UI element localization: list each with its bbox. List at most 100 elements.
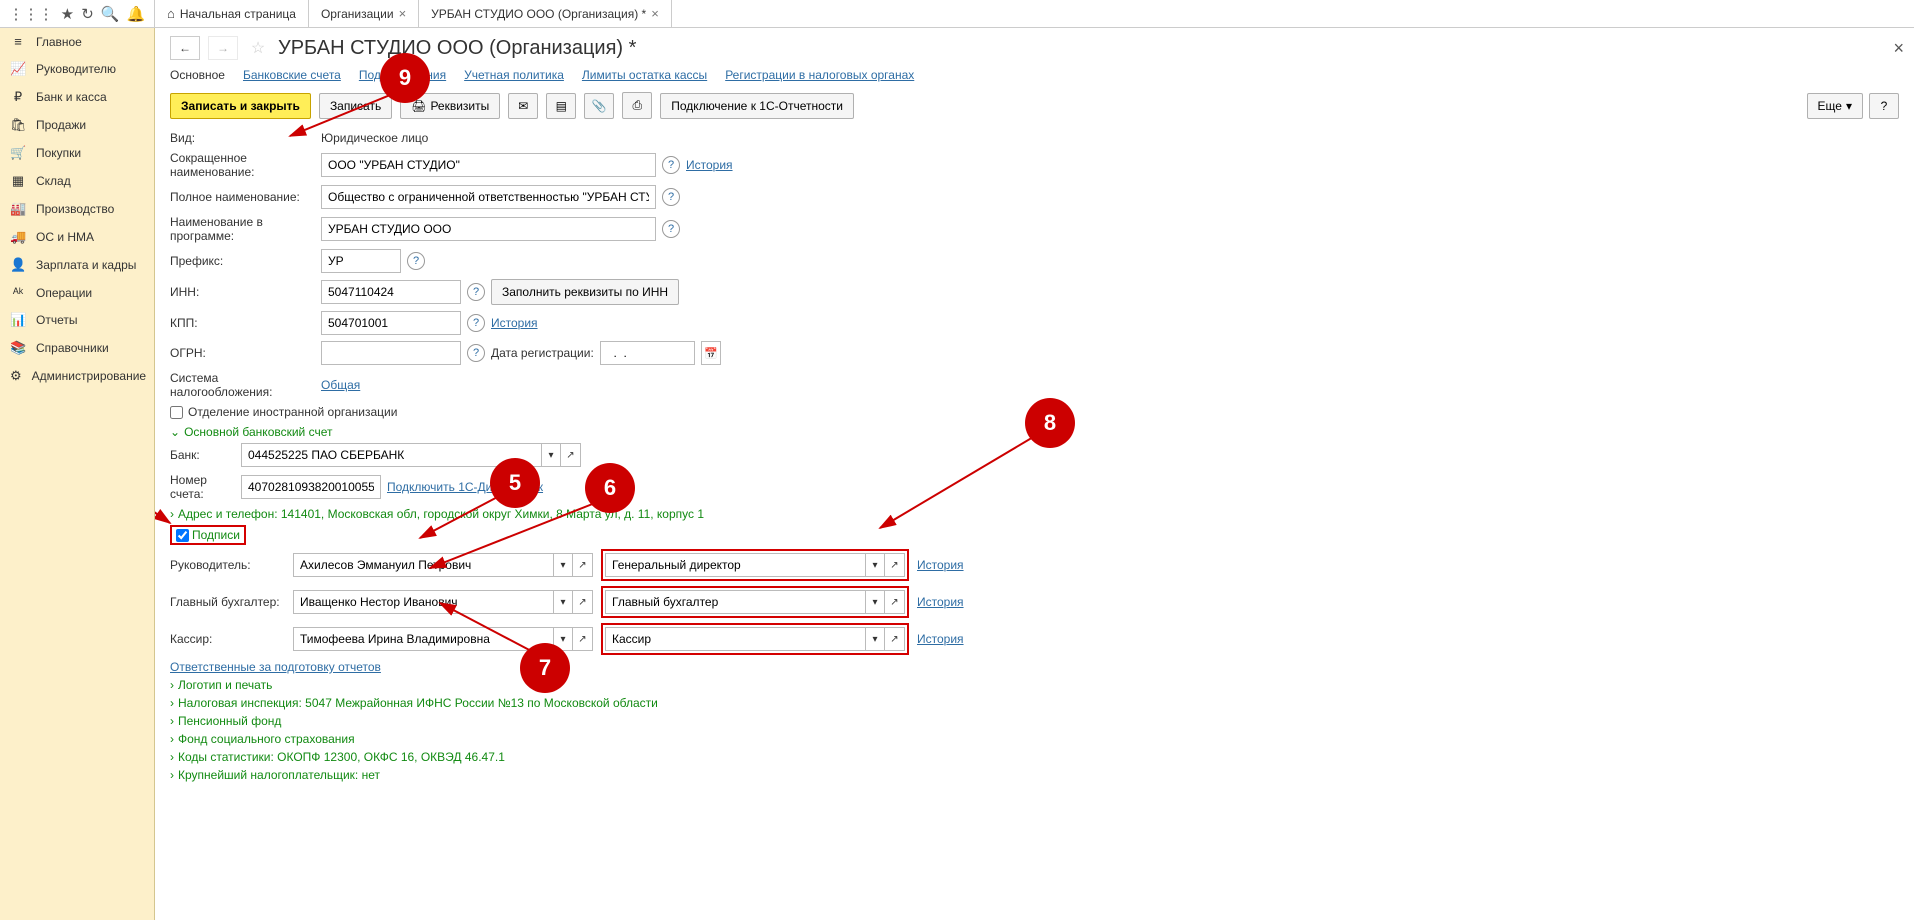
open-icon[interactable]: ↗ bbox=[885, 627, 905, 651]
expand-icon[interactable]: › bbox=[170, 507, 174, 521]
social-section[interactable]: Фонд социального страхования bbox=[178, 732, 355, 746]
sidebar-item-8[interactable]: 👤Зарплата и кадры bbox=[0, 251, 154, 279]
expand-icon[interactable]: › bbox=[170, 732, 174, 746]
subnav-main[interactable]: Основное bbox=[170, 68, 225, 82]
acct-input[interactable] bbox=[293, 590, 553, 614]
doc-button[interactable]: ▤ bbox=[546, 93, 576, 119]
mail-button[interactable]: ✉ bbox=[508, 93, 538, 119]
open-icon[interactable]: ↗ bbox=[573, 590, 593, 614]
open-icon[interactable]: ↗ bbox=[561, 443, 581, 467]
close-page-icon[interactable]: × bbox=[1893, 38, 1904, 59]
sidebar-item-3[interactable]: 🛍Продажи bbox=[0, 111, 154, 139]
full-input[interactable] bbox=[321, 185, 656, 209]
expand-icon[interactable]: › bbox=[170, 696, 174, 710]
expand-icon[interactable]: › bbox=[170, 768, 174, 782]
sidebar-item-2[interactable]: ₽Банк и касса bbox=[0, 83, 154, 111]
prog-input[interactable] bbox=[321, 217, 656, 241]
prefix-input[interactable] bbox=[321, 249, 401, 273]
subnav-limits[interactable]: Лимиты остатка кассы bbox=[582, 68, 707, 82]
subnav-policy[interactable]: Учетная политика bbox=[464, 68, 564, 82]
sidebar-item-12[interactable]: ⚙Администрирование bbox=[0, 362, 154, 390]
short-input[interactable] bbox=[321, 153, 656, 177]
history-link[interactable]: История bbox=[491, 316, 538, 330]
hint-icon[interactable]: ? bbox=[407, 252, 425, 270]
address-section[interactable]: Адрес и телефон: 141401, Московская обл,… bbox=[178, 507, 704, 521]
sidebar-item-5[interactable]: ▦Склад bbox=[0, 167, 154, 195]
tax-insp-section[interactable]: Налоговая инспекция: 5047 Межрайонная ИФ… bbox=[178, 696, 658, 710]
responsible-link[interactable]: Ответственные за подготовку отчетов bbox=[170, 660, 381, 674]
dropdown-icon[interactable]: ▾ bbox=[865, 553, 885, 577]
check-button[interactable]: ⎙ bbox=[622, 92, 652, 119]
attach-button[interactable]: 📎 bbox=[584, 93, 614, 119]
open-icon[interactable]: ↗ bbox=[885, 553, 905, 577]
expand-icon[interactable]: › bbox=[170, 750, 174, 764]
sign-section[interactable]: Подписи bbox=[192, 528, 240, 542]
hint-icon[interactable]: ? bbox=[467, 314, 485, 332]
open-icon[interactable]: ↗ bbox=[573, 553, 593, 577]
bank-input[interactable] bbox=[241, 443, 541, 467]
tab-home[interactable]: ⌂Начальная страница bbox=[155, 0, 309, 27]
hint-icon[interactable]: ? bbox=[662, 156, 680, 174]
sidebar-item-7[interactable]: 🚚ОС и НМА bbox=[0, 223, 154, 251]
history-icon[interactable]: ↻ bbox=[81, 5, 94, 23]
fill-by-inn-button[interactable]: Заполнить реквизиты по ИНН bbox=[491, 279, 679, 305]
cash-role-input[interactable] bbox=[605, 627, 865, 651]
history-link[interactable]: История bbox=[917, 558, 964, 572]
pension-section[interactable]: Пенсионный фонд bbox=[178, 714, 281, 728]
inn-input[interactable] bbox=[321, 280, 461, 304]
bank-section[interactable]: Основной банковский счет bbox=[184, 425, 332, 439]
save-close-button[interactable]: Записать и закрыть bbox=[170, 93, 311, 119]
sidebar-item-9[interactable]: ᴬᵏОперации bbox=[0, 279, 154, 306]
tab-organizations[interactable]: Организации× bbox=[309, 0, 419, 27]
sidebar-item-10[interactable]: 📊Отчеты bbox=[0, 306, 154, 334]
dropdown-icon[interactable]: ▾ bbox=[553, 590, 573, 614]
sidebar-item-11[interactable]: 📚Справочники bbox=[0, 334, 154, 362]
largest-section[interactable]: Крупнейший налогоплательщик: нет bbox=[178, 768, 380, 782]
head-role-input[interactable] bbox=[605, 553, 865, 577]
subnav-bank[interactable]: Банковские счета bbox=[243, 68, 341, 82]
close-icon[interactable]: × bbox=[399, 6, 407, 21]
star-icon[interactable]: ★ bbox=[61, 5, 74, 23]
reg-date-input[interactable] bbox=[600, 341, 695, 365]
tab-urban-studio[interactable]: УРБАН СТУДИО ООО (Организация) *× bbox=[419, 0, 672, 27]
apps-icon[interactable]: ⋮⋮⋮ bbox=[9, 5, 54, 23]
dropdown-icon[interactable]: ▾ bbox=[553, 553, 573, 577]
close-icon[interactable]: × bbox=[651, 6, 659, 21]
open-icon[interactable]: ↗ bbox=[885, 590, 905, 614]
hint-icon[interactable]: ? bbox=[467, 344, 485, 362]
sidebar-item-1[interactable]: 📈Руководителю bbox=[0, 55, 154, 83]
history-link[interactable]: История bbox=[917, 595, 964, 609]
back-button[interactable]: ← bbox=[170, 36, 200, 60]
open-icon[interactable]: ↗ bbox=[573, 627, 593, 651]
calendar-icon[interactable]: 📅 bbox=[701, 341, 721, 365]
dropdown-icon[interactable]: ▾ bbox=[541, 443, 561, 467]
head-input[interactable] bbox=[293, 553, 553, 577]
bell-icon[interactable]: 🔔 bbox=[127, 5, 146, 23]
subnav-tax[interactable]: Регистрации в налоговых органах bbox=[725, 68, 914, 82]
foreign-checkbox[interactable] bbox=[170, 406, 183, 419]
dropdown-icon[interactable]: ▾ bbox=[865, 627, 885, 651]
dropdown-icon[interactable]: ▾ bbox=[865, 590, 885, 614]
expand-icon[interactable]: › bbox=[170, 714, 174, 728]
acc-input[interactable] bbox=[241, 475, 381, 499]
sidebar-item-6[interactable]: 🏭Производство bbox=[0, 195, 154, 223]
cash-input[interactable] bbox=[293, 627, 553, 651]
search-icon[interactable]: 🔍 bbox=[101, 5, 120, 23]
save-button[interactable]: Записать bbox=[319, 93, 392, 119]
hint-icon[interactable]: ? bbox=[662, 188, 680, 206]
sign-checkbox[interactable] bbox=[176, 529, 189, 542]
hint-icon[interactable]: ? bbox=[662, 220, 680, 238]
help-button[interactable]: ? bbox=[1869, 93, 1899, 119]
tax-system-link[interactable]: Общая bbox=[321, 378, 360, 392]
ogrn-input[interactable] bbox=[321, 341, 461, 365]
favorite-icon[interactable]: ☆ bbox=[246, 38, 270, 58]
history-link[interactable]: История bbox=[686, 158, 733, 172]
collapse-icon[interactable]: ⌄ bbox=[170, 425, 180, 439]
logo-section[interactable]: Логотип и печать bbox=[178, 678, 272, 692]
more-button[interactable]: Еще ▾ bbox=[1807, 93, 1863, 119]
hint-icon[interactable]: ? bbox=[467, 283, 485, 301]
acct-role-input[interactable] bbox=[605, 590, 865, 614]
kpp-input[interactable] bbox=[321, 311, 461, 335]
stats-section[interactable]: Коды статистики: ОКОПФ 12300, ОКФС 16, О… bbox=[178, 750, 505, 764]
sidebar-item-4[interactable]: 🛒Покупки bbox=[0, 139, 154, 167]
